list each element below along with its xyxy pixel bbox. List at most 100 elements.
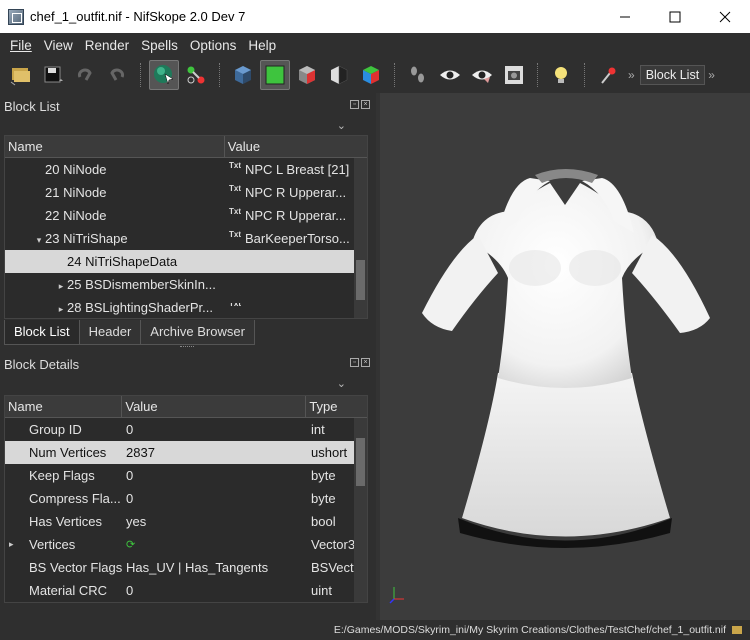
- column-name[interactable]: Name: [5, 136, 225, 157]
- cube-dark-icon[interactable]: [228, 60, 258, 90]
- scrollbar-thumb[interactable]: [356, 260, 365, 300]
- close-dock-icon[interactable]: ×: [361, 358, 370, 367]
- float-icon[interactable]: ▫: [350, 358, 359, 367]
- toolbar-separator: [394, 63, 397, 87]
- field-value[interactable]: 0: [126, 491, 133, 506]
- column-value[interactable]: Value: [122, 396, 307, 417]
- axis-z: [389, 598, 395, 604]
- toolbar-overflow-icon[interactable]: »: [628, 68, 635, 82]
- lightbulb-icon[interactable]: [546, 60, 576, 90]
- block-name: 24 NiTriShapeData: [67, 254, 178, 269]
- detail-row[interactable]: Has Vertices yes bool: [5, 510, 367, 533]
- field-value[interactable]: 0: [126, 468, 133, 483]
- column-value[interactable]: Value: [225, 136, 367, 157]
- eye-icon[interactable]: [435, 60, 465, 90]
- detail-row[interactable]: Keep Flags 0 byte: [5, 464, 367, 487]
- redo-icon[interactable]: [102, 60, 132, 90]
- block-list-row[interactable]: 20 NiNode Txt NPC L Breast [21]: [5, 158, 367, 181]
- field-name: Group ID: [29, 422, 82, 437]
- expand-arrow-icon[interactable]: ▸: [55, 281, 67, 292]
- menu-render[interactable]: Render: [79, 38, 135, 53]
- text-type-icon: Txt: [229, 162, 241, 170]
- block-list-columns: Name Value: [5, 136, 367, 158]
- menu-help[interactable]: Help: [242, 38, 282, 53]
- select-icon[interactable]: [149, 60, 179, 90]
- menu-options[interactable]: Options: [184, 38, 243, 53]
- field-value[interactable]: 2837: [126, 445, 155, 460]
- refresh-icon[interactable]: ⟳: [126, 538, 135, 551]
- text-type-icon: Txt: [229, 231, 241, 239]
- tab-header[interactable]: Header: [78, 320, 142, 345]
- detail-row[interactable]: ▸ Vertices ⟳ Vector3: [5, 533, 367, 556]
- expand-arrow-icon[interactable]: ▾: [33, 235, 45, 246]
- field-value[interactable]: 0: [126, 583, 133, 598]
- cube-split-icon[interactable]: [324, 60, 354, 90]
- folder-icon[interactable]: [732, 626, 742, 634]
- render-viewport[interactable]: [380, 93, 750, 620]
- scrollbar-thumb[interactable]: [356, 438, 365, 486]
- tab-block-list[interactable]: Block List: [4, 320, 80, 345]
- expand-arrow-icon[interactable]: ▸: [55, 304, 67, 315]
- pin-icon[interactable]: [593, 60, 623, 90]
- toolbar-overflow-icon-2[interactable]: »: [708, 68, 715, 82]
- panel-splitter[interactable]: [180, 346, 194, 349]
- menu-spells[interactable]: Spells: [135, 38, 184, 53]
- column-type[interactable]: Type: [306, 396, 367, 417]
- detail-row[interactable]: BS Vector Flags Has_UV | Has_Tangents BSVe…: [5, 556, 367, 579]
- block-list-row[interactable]: ▾ 23 NiTriShape Txt BarKeeperTorso...: [5, 227, 367, 250]
- cube-green-icon[interactable]: [260, 60, 290, 90]
- file-path: E:/Games/MODS/Skyrim_ini/My Skyrim Creat…: [333, 624, 726, 636]
- block-details-scrollbar[interactable]: [354, 418, 367, 602]
- block-list-toggle[interactable]: Block List: [639, 65, 706, 85]
- screenshot-icon[interactable]: [499, 60, 529, 90]
- open-icon[interactable]: [6, 60, 36, 90]
- detail-row[interactable]: Material CRC 0 uint: [5, 579, 367, 602]
- save-icon[interactable]: [38, 60, 68, 90]
- title-bar: chef_1_outfit.nif - NifSkope 2.0 Dev 7: [0, 0, 750, 33]
- detail-row[interactable]: Group ID 0 int: [5, 418, 367, 441]
- expand-arrow-icon[interactable]: ▸: [9, 539, 29, 550]
- float-icon[interactable]: ▫: [350, 100, 359, 109]
- block-list-row[interactable]: ▸ 25 BSDismemberSkinIn...: [5, 273, 367, 296]
- undo-icon[interactable]: [70, 60, 100, 90]
- block-list-scrollbar[interactable]: [354, 158, 367, 318]
- close-dock-icon[interactable]: ×: [361, 100, 370, 109]
- text-type-icon: Txt: [229, 303, 241, 308]
- field-value[interactable]: yes: [126, 514, 146, 529]
- dress-torso: [472, 183, 658, 388]
- maximize-button[interactable]: [650, 0, 700, 33]
- block-value: NPC L Breast [21]: [245, 162, 350, 177]
- field-name: BS Vector Flags: [29, 560, 123, 575]
- chevron-down-icon[interactable]: ⌄: [337, 119, 346, 132]
- block-list-row[interactable]: 22 NiNode Txt NPC R Upperar...: [5, 204, 367, 227]
- block-name: 20 NiNode: [45, 162, 107, 177]
- block-list-row[interactable]: ▸ 28 BSLightingShaderPr... Txt: [5, 296, 367, 318]
- block-list-row[interactable]: 24 NiTriShapeData: [5, 250, 367, 273]
- connect-icon[interactable]: [181, 60, 211, 90]
- eye-half-icon[interactable]: [467, 60, 497, 90]
- close-button[interactable]: [700, 0, 750, 33]
- field-value[interactable]: Has_UV | Has_Tangents: [126, 560, 268, 575]
- block-name: 21 NiNode: [45, 185, 107, 200]
- block-name: 25 BSDismemberSkinIn...: [67, 277, 216, 292]
- column-name[interactable]: Name: [5, 396, 123, 417]
- minimize-button[interactable]: [600, 0, 650, 33]
- block-value: BarKeeperTorso...: [245, 231, 350, 246]
- detail-row[interactable]: Num Vertices 2837 ushort: [5, 441, 367, 464]
- cube-red-icon[interactable]: [292, 60, 322, 90]
- detail-row[interactable]: Compress Fla... 0 byte: [5, 487, 367, 510]
- block-value: NPC R Upperar...: [245, 208, 347, 223]
- field-type: byte: [311, 491, 336, 506]
- block-details-table: Name Value Type Group ID 0 int Num Vertices…: [4, 395, 368, 603]
- block-name: 22 NiNode: [45, 208, 107, 223]
- footprints-icon[interactable]: [403, 60, 433, 90]
- cube-color-icon[interactable]: [356, 60, 386, 90]
- text-type-icon: Txt: [229, 185, 241, 193]
- block-list-row[interactable]: 21 NiNode Txt NPC R Upperar...: [5, 181, 367, 204]
- menu-view[interactable]: View: [38, 38, 79, 53]
- field-value[interactable]: 0: [126, 422, 133, 437]
- chevron-down-icon[interactable]: ⌄: [337, 377, 346, 390]
- menu-file[interactable]: File: [4, 38, 38, 53]
- tab-archive-browser[interactable]: Archive Browser: [140, 320, 255, 345]
- field-type: BSVecto: [311, 560, 356, 575]
